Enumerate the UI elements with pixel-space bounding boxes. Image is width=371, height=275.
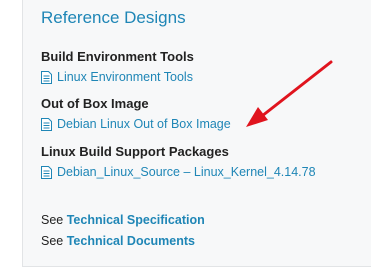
link-text: Linux Environment Tools xyxy=(57,70,193,84)
section-linux-build-support-packages: Linux Build Support Packages Debian_Linu… xyxy=(41,143,316,181)
section-build-environment-tools: Build Environment Tools Linux Environmen… xyxy=(41,48,194,86)
page: Reference Designs Build Environment Tool… xyxy=(0,0,371,275)
document-icon xyxy=(41,117,52,131)
section-heading: Linux Build Support Packages xyxy=(41,144,229,159)
panel-title: Reference Designs xyxy=(41,8,186,27)
link-text: Debian Linux Out of Box Image xyxy=(57,117,231,131)
document-icon xyxy=(41,70,52,84)
link-debian-linux-out-of-box-image[interactable]: Debian Linux Out of Box Image xyxy=(41,115,231,133)
document-icon xyxy=(41,165,52,179)
link-text: Debian_Linux_Source – Linux_Kernel_4.14.… xyxy=(57,165,316,179)
see-technical-specification-row: See Technical Specification xyxy=(41,213,205,227)
see-technical-documents-row: See Technical Documents xyxy=(41,234,195,248)
technical-documents-link[interactable]: Technical Documents xyxy=(67,234,195,248)
section-heading: Build Environment Tools xyxy=(41,49,194,64)
link-linux-environment-tools[interactable]: Linux Environment Tools xyxy=(41,68,194,86)
see-prefix: See xyxy=(41,213,67,227)
reference-designs-panel: Reference Designs Build Environment Tool… xyxy=(22,0,371,267)
section-heading: Out of Box Image xyxy=(41,96,149,111)
section-out-of-box-image: Out of Box Image Debian Linux Out of Box… xyxy=(41,95,231,133)
technical-specification-link[interactable]: Technical Specification xyxy=(67,213,205,227)
link-debian-linux-source-kernel[interactable]: Debian_Linux_Source – Linux_Kernel_4.14.… xyxy=(41,163,316,181)
see-prefix: See xyxy=(41,234,67,248)
